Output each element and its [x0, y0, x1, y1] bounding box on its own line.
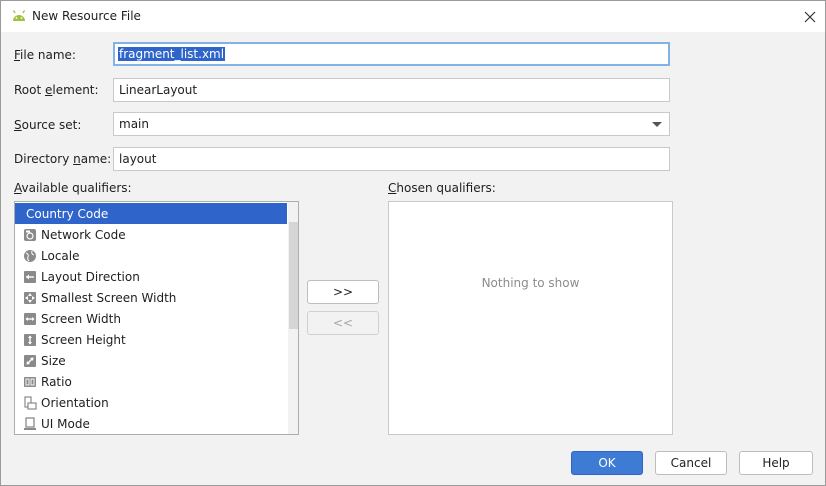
- file-name-value: fragment_list.xml: [118, 47, 226, 61]
- qualifier-item-screen-height[interactable]: Screen Height: [15, 329, 287, 350]
- orientation-icon: [24, 395, 37, 410]
- window-title: New Resource File: [32, 9, 141, 23]
- file-name-label: File name:: [14, 48, 76, 62]
- directory-name-value: layout: [119, 152, 157, 166]
- new-resource-file-dialog: New Resource File File name: fragment_li…: [0, 0, 826, 486]
- qualifier-item-ui-mode[interactable]: UI Mode: [15, 413, 287, 434]
- ratio-icon: [24, 376, 36, 387]
- source-set-select[interactable]: main: [113, 112, 670, 136]
- available-qualifiers-list[interactable]: Country Code Network Code Locale Layout …: [14, 201, 299, 435]
- help-button[interactable]: Help: [739, 451, 813, 475]
- layout-direction-icon: [24, 270, 36, 283]
- qualifier-item-layout-direction[interactable]: Layout Direction: [15, 266, 287, 287]
- file-name-input[interactable]: fragment_list.xml: [113, 42, 670, 66]
- qualifier-item-locale[interactable]: Locale: [15, 245, 287, 266]
- ok-button[interactable]: OK: [571, 451, 643, 475]
- qualifier-item-smallest-screen-width[interactable]: Smallest Screen Width: [15, 287, 287, 308]
- globe-icon: [24, 249, 36, 262]
- directory-name-label: Directory name:: [14, 152, 112, 166]
- source-set-value: main: [119, 117, 149, 131]
- available-qualifiers-label: Available qualifiers:: [14, 181, 132, 195]
- screen-height-icon: [24, 333, 36, 346]
- size-icon: [24, 354, 36, 367]
- close-button[interactable]: [795, 1, 825, 32]
- remove-qualifier-button[interactable]: <<: [307, 311, 379, 335]
- root-element-value: LinearLayout: [119, 83, 198, 97]
- android-icon: [11, 9, 27, 23]
- qualifier-item-country-code[interactable]: Country Code: [15, 203, 287, 224]
- title-bar: New Resource File: [1, 1, 825, 32]
- chosen-qualifiers-label: Chosen qualifiers:: [388, 181, 496, 195]
- qualifier-item-size[interactable]: Size: [15, 350, 287, 371]
- qualifier-item-ratio[interactable]: Ratio: [15, 371, 287, 392]
- directory-name-input[interactable]: layout: [113, 147, 670, 171]
- root-element-label: Root element:: [14, 83, 99, 97]
- qualifier-item-orientation[interactable]: Orientation: [15, 392, 287, 413]
- qualifier-item-screen-width[interactable]: Screen Width: [15, 308, 287, 329]
- chevron-down-icon: [652, 122, 662, 127]
- smallest-screen-width-icon: [24, 291, 36, 304]
- screen-width-icon: [24, 312, 36, 325]
- qualifiers-scrollbar[interactable]: [288, 202, 298, 434]
- chosen-qualifiers-list[interactable]: Nothing to show: [388, 201, 673, 435]
- cancel-button[interactable]: Cancel: [655, 451, 727, 475]
- add-qualifier-button[interactable]: >>: [307, 280, 379, 304]
- network-code-icon: [24, 228, 36, 241]
- source-set-label: Source set:: [14, 118, 82, 132]
- empty-state-text: Nothing to show: [481, 276, 580, 290]
- qualifier-item-network-code[interactable]: Network Code: [15, 224, 287, 245]
- close-icon: [804, 11, 816, 22]
- root-element-input[interactable]: LinearLayout: [113, 78, 670, 102]
- scrollbar-thumb[interactable]: [289, 222, 298, 329]
- ui-mode-icon: [24, 416, 36, 430]
